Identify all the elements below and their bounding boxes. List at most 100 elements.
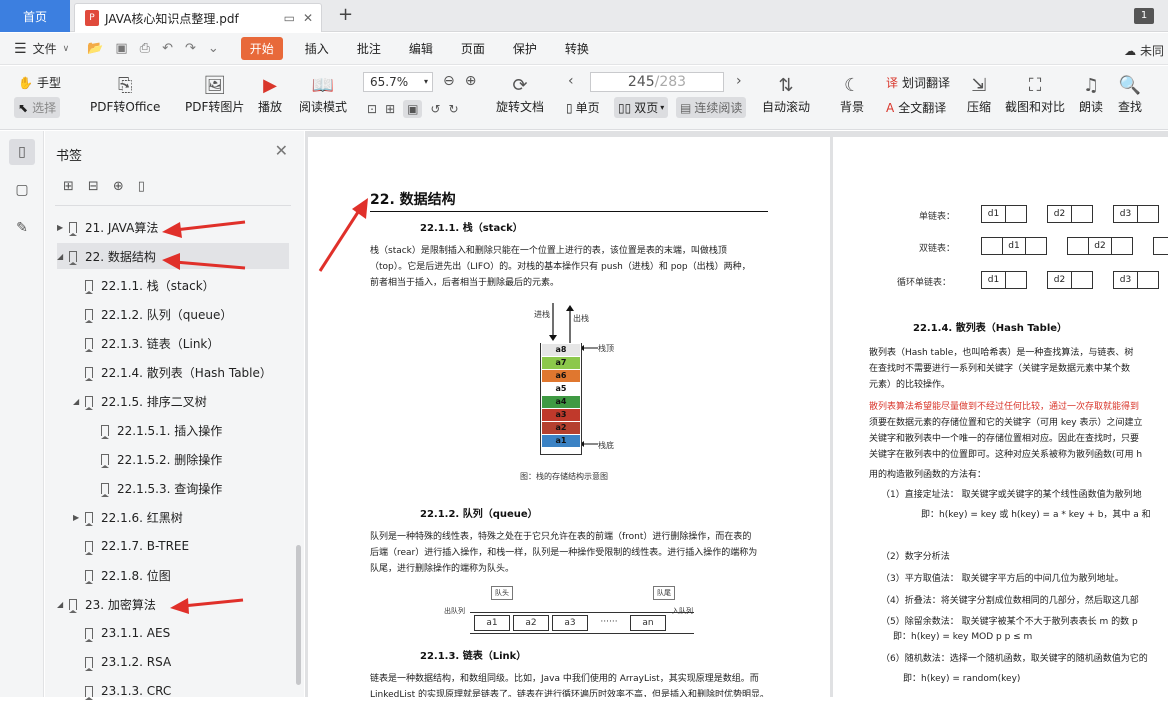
- read-mode-button[interactable]: 📖 阅读模式: [299, 72, 347, 115]
- thumbnail-icon[interactable]: ▢: [9, 177, 35, 203]
- paragraph-line: 散列表算法希望能尽量做到不经过任何比较，通过一次存取就能得到: [869, 402, 1140, 412]
- pdf-file-icon: P: [85, 10, 99, 26]
- compress-button[interactable]: ⇲ 压缩: [967, 72, 991, 115]
- page-total: /283: [654, 74, 687, 90]
- bookmark-item[interactable]: 23.1.2. RSA: [85, 649, 171, 675]
- bookmark-panel-icon[interactable]: ▯: [9, 139, 35, 165]
- window-count-badge[interactable]: 1: [1134, 8, 1154, 24]
- hand-tool[interactable]: ✋ 手型: [18, 74, 61, 91]
- bookmark-item[interactable]: 22.1.5.2. 删除操作: [101, 446, 222, 472]
- paragraph-line: 用的构造散列函数的方法有：: [869, 470, 987, 480]
- menu-insert[interactable]: 插入: [291, 40, 343, 57]
- paragraph-line: 即：h(key) = key 或 h(key) = a * key + b，其中…: [921, 510, 1151, 520]
- background-button[interactable]: ☾ 背景: [840, 72, 864, 115]
- menu-protect[interactable]: 保护: [499, 40, 551, 57]
- full-translate-button[interactable]: A 全文翻译: [886, 99, 946, 116]
- pdf-to-office-button[interactable]: ⎘ PDF转Office: [90, 72, 160, 115]
- list-node: d3: [1113, 205, 1159, 223]
- select-tool[interactable]: ⬉ 选择: [14, 97, 61, 118]
- expand-arrow-icon[interactable]: ▶: [57, 223, 69, 232]
- node-label: d1: [982, 272, 1006, 288]
- actual-size-icon[interactable]: ⊡: [367, 102, 377, 116]
- rotate-document-button[interactable]: ⟳ 旋转文档: [496, 72, 544, 115]
- bookmark-item[interactable]: 22.1.7. B-TREE: [85, 533, 189, 559]
- single-page-icon: ▯: [566, 100, 573, 115]
- collapse-arrow-icon[interactable]: ◢: [57, 600, 69, 609]
- paragraph-line: 前者相当于插入，后者相当于删除最后的元素。: [370, 278, 560, 288]
- bookmark-item[interactable]: ▶ 21. JAVA算法: [57, 214, 158, 240]
- collapse-arrow-icon[interactable]: ◢: [73, 397, 85, 406]
- expand-all-icon[interactable]: ⊞: [63, 179, 74, 194]
- find-button[interactable]: 🔍 查找: [1118, 72, 1142, 115]
- bookmark-item[interactable]: 22.1.5.1. 插入操作: [101, 417, 222, 443]
- tab-home[interactable]: 首页: [0, 0, 70, 32]
- pdf-to-image-button[interactable]: 🖼 PDF转图片: [185, 72, 244, 115]
- bookmark-flag-icon: [85, 685, 93, 700]
- double-page-button[interactable]: ▯▯ 双页 ▾: [614, 97, 669, 118]
- print-icon[interactable]: ⎙: [140, 41, 150, 56]
- read-aloud-button[interactable]: ♫ 朗读: [1079, 72, 1103, 115]
- bookmark-item[interactable]: ◢ 23. 加密算法: [57, 591, 156, 617]
- redo-icon[interactable]: ↷: [185, 41, 196, 56]
- menu-convert[interactable]: 转换: [551, 40, 603, 57]
- zoom-out-icon[interactable]: ⊖: [443, 73, 455, 89]
- page-number-input[interactable]: 245/283: [590, 72, 724, 92]
- bookmark-item[interactable]: 22.1.8. 位图: [85, 562, 171, 588]
- open-folder-icon[interactable]: 📂: [87, 41, 103, 56]
- add-bookmark-icon[interactable]: ⊕: [113, 179, 124, 194]
- zoom-select[interactable]: 65.7% ▾: [363, 72, 433, 92]
- collapse-all-icon[interactable]: ⊟: [88, 179, 99, 194]
- bookmark-item[interactable]: ◢ 22.1.5. 排序二叉树: [73, 388, 207, 414]
- fit-width-icon[interactable]: ▣: [403, 100, 423, 118]
- bookmark-item[interactable]: 22.1.4. 散列表（Hash Table）: [85, 359, 272, 385]
- window-icon[interactable]: ▭: [284, 11, 295, 25]
- rotate-left-icon[interactable]: ↺: [430, 102, 440, 116]
- next-page-icon[interactable]: ›: [736, 73, 742, 89]
- word-translate-button[interactable]: 译划词翻译: [886, 74, 950, 91]
- bookmark-item[interactable]: 22.1.2. 队列（queue）: [85, 301, 232, 327]
- bookmark-item[interactable]: 23.1.3. CRC: [85, 678, 171, 704]
- hand-label: 手型: [36, 76, 61, 90]
- bookmark-item[interactable]: ▶ 22.1.6. 红黑树: [73, 504, 183, 530]
- annotation-icon[interactable]: ✎: [9, 215, 35, 241]
- prev-page-icon[interactable]: ‹: [568, 73, 574, 89]
- bookmark-item[interactable]: 22.1.5.3. 查询操作: [101, 475, 222, 501]
- speaker-icon: ♫: [1082, 74, 1100, 96]
- more-icon[interactable]: ⌄: [208, 41, 219, 56]
- menu-page[interactable]: 页面: [447, 40, 499, 57]
- auto-scroll-button[interactable]: ⇅ 自动滚动: [762, 72, 810, 115]
- play-button[interactable]: ▶ 播放: [258, 72, 282, 115]
- bookmark-item[interactable]: 23.1.1. AES: [85, 620, 170, 646]
- paragraph-line: （1）直接定址法： 取关键字或关键字的某个线性函数值为散列地: [881, 490, 1142, 500]
- new-tab-icon[interactable]: +: [338, 4, 353, 25]
- rotate-right-icon[interactable]: ↻: [449, 102, 459, 116]
- menu-start[interactable]: 开始: [240, 37, 283, 60]
- collapse-arrow-icon[interactable]: ◢: [57, 252, 69, 261]
- stack-diagram: a8 a7 a6 a5 a4 a3 a2 a1: [540, 343, 582, 455]
- continuous-read-label: 连续阅读: [694, 101, 743, 115]
- zoom-in-icon[interactable]: ⊕: [465, 73, 477, 89]
- bookmark-flag-icon: [85, 279, 93, 294]
- bookmark-scrollbar[interactable]: [296, 545, 301, 685]
- close-icon[interactable]: ✕: [275, 141, 288, 160]
- continuous-read-button[interactable]: ▤ 连续阅读: [676, 97, 747, 118]
- single-page-button[interactable]: ▯ 单页: [566, 99, 600, 116]
- account-status[interactable]: ☁ 未同: [1124, 42, 1164, 59]
- bookmark-item[interactable]: 22.1.3. 链表（Link）: [85, 330, 219, 356]
- node-label: d3: [1114, 272, 1138, 288]
- file-menu[interactable]: ☰ 文件 ∨: [14, 40, 69, 57]
- compress-label: 压缩: [967, 100, 992, 114]
- bookmark-icon[interactable]: ▯: [138, 179, 145, 194]
- save-icon[interactable]: ▣: [115, 41, 127, 56]
- menu-edit[interactable]: 编辑: [395, 40, 447, 57]
- fit-page-icon[interactable]: ⊞: [385, 102, 395, 116]
- translate-icon: 译: [886, 76, 899, 90]
- screenshot-compare-button[interactable]: ⛶ 截图和对比: [1005, 72, 1065, 115]
- tab-document[interactable]: P JAVA核心知识点整理.pdf ▭ ✕: [74, 3, 322, 32]
- stack-cell: a6: [542, 370, 580, 382]
- expand-arrow-icon[interactable]: ▶: [73, 513, 85, 522]
- menu-comment[interactable]: 批注: [343, 40, 395, 57]
- close-tab-icon[interactable]: ✕: [303, 11, 313, 25]
- bookmark-flag-icon: [85, 656, 93, 671]
- undo-icon[interactable]: ↶: [162, 41, 173, 56]
